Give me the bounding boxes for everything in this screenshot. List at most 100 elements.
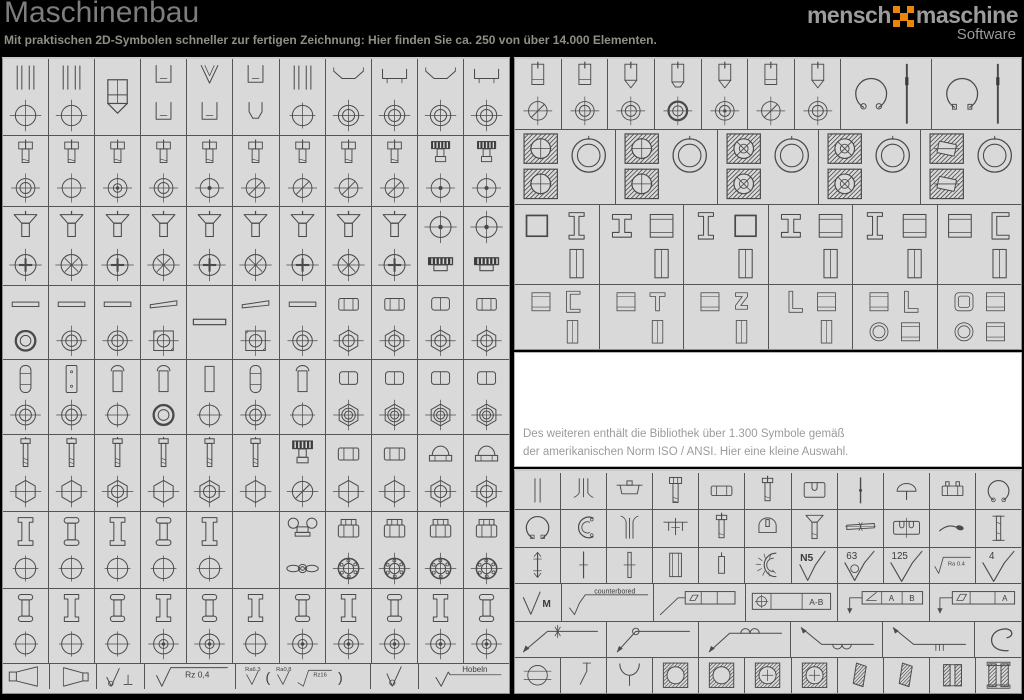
nutT-icon — [931, 474, 974, 508]
washerBar-icon — [96, 287, 139, 323]
circO-icon — [281, 397, 324, 433]
bcell-icon — [820, 131, 918, 203]
csk-icon — [142, 208, 185, 246]
ringX-icon — [373, 97, 416, 134]
symbol-combo — [600, 285, 685, 349]
symbol-spool — [3, 512, 49, 588]
symbol-washerBar — [49, 286, 95, 359]
csk-icon — [281, 208, 324, 246]
circCrossIn-icon — [188, 246, 231, 284]
symbol-spool — [95, 512, 141, 588]
longScrew-icon — [4, 436, 47, 473]
circDot-icon — [188, 171, 231, 205]
circSlash-icon — [281, 171, 324, 205]
symbol-setFlat — [515, 59, 562, 129]
logo-text-right: maschine — [916, 2, 1018, 29]
cheese-icon — [234, 137, 277, 171]
wingTop-icon — [281, 550, 324, 587]
symbol-setCone — [795, 59, 842, 129]
symbol-keySlotBox — [792, 473, 838, 509]
circO-icon — [281, 97, 324, 134]
bcell-icon — [516, 131, 614, 203]
longScrew-icon — [96, 436, 139, 473]
cheese-icon — [50, 137, 93, 171]
surfHobeln-icon: Hobeln — [420, 665, 508, 688]
mum-cross-icon — [893, 6, 914, 27]
symbol-taperPinH — [838, 510, 884, 546]
knurlT-icon — [465, 137, 508, 171]
circDotRing-icon — [373, 626, 416, 662]
symbol-drill — [95, 59, 141, 135]
castleNut-icon — [419, 513, 462, 550]
uArc-icon — [608, 659, 651, 692]
symbol-nutT — [930, 473, 976, 509]
nutSideSm-icon — [700, 474, 743, 508]
symbol-grid-left: Rz 0,4Ra6.3(Ra0,8Rz16)Hobeln — [2, 57, 510, 694]
ringX-icon — [96, 323, 139, 359]
symbol-vlines — [280, 59, 326, 135]
symbol-circDot — [464, 207, 509, 285]
symbol-castleNut — [326, 512, 372, 588]
symbol-castleNut — [372, 512, 418, 588]
symbol-horseshoe — [745, 548, 791, 584]
spool2-icon — [188, 590, 231, 626]
cskV-icon — [793, 511, 836, 545]
studDbl-icon — [516, 549, 559, 583]
nutDomeSide-icon — [419, 436, 462, 473]
symbol-spool2 — [464, 589, 509, 663]
grid-row — [3, 286, 509, 360]
symbol-longScrew — [233, 435, 279, 511]
svg-text:A-B: A-B — [810, 597, 824, 607]
grid-row — [515, 473, 1021, 510]
grid-row — [515, 285, 1021, 349]
symbol-cheese — [326, 136, 372, 206]
rivetRound-icon — [4, 361, 47, 397]
circX-icon — [50, 97, 93, 134]
keyCap-icon — [746, 511, 789, 545]
circDot-icon — [419, 171, 462, 205]
nutHexSide-icon — [373, 436, 416, 473]
symbol-rivetRound — [233, 360, 279, 434]
symbol-castleNut — [464, 512, 509, 588]
symbol-combo — [853, 205, 938, 284]
surfTriCirc-icon: 63 — [839, 549, 882, 583]
spool2-icon — [373, 590, 416, 626]
symbol-spool2 — [141, 512, 187, 588]
castleNut-icon — [327, 513, 370, 550]
symbol-csk — [95, 207, 141, 285]
bcell-icon — [719, 131, 817, 203]
circX-icon — [4, 97, 47, 134]
longScrew-icon — [50, 436, 93, 473]
framePos-icon: A-B — [747, 585, 836, 619]
brgBall-icon — [654, 659, 697, 692]
circSlash-icon — [749, 94, 793, 128]
taperPinH-icon — [839, 511, 882, 545]
symbol-grid-right-top — [514, 57, 1022, 350]
symbol-radical: Ra 0.4 — [930, 548, 976, 584]
frameLeader-icon — [655, 585, 744, 619]
ringBoldX-icon — [656, 94, 700, 128]
symbol-forkUp — [607, 510, 653, 546]
symbol-csk — [233, 207, 279, 285]
ansi-note-line1: Des weiteren enthält die Bibliothek über… — [523, 425, 1021, 443]
circStar-icon — [327, 246, 370, 284]
spool-icon — [419, 590, 462, 626]
hexBoltV-icon — [654, 474, 697, 508]
symbol-cheese — [95, 136, 141, 206]
svg-text:Ra6.3: Ra6.3 — [245, 667, 260, 673]
circX-icon — [50, 171, 93, 205]
symbol-retRingBig — [515, 510, 561, 546]
circO-icon — [96, 550, 139, 587]
symbol-wl5 — [883, 622, 975, 658]
symbol-retRingSm — [976, 473, 1021, 509]
symbol-pinCenterV2 — [607, 548, 653, 584]
pinCenterV-icon — [562, 549, 605, 583]
cheese-icon — [96, 137, 139, 171]
svg-text:Ra 0.4: Ra 0.4 — [948, 562, 966, 568]
doubleKeyBox-icon — [885, 511, 928, 545]
ucup-icon — [142, 60, 185, 97]
rivetRound-icon — [234, 361, 277, 397]
framePar-icon: A — [931, 585, 1020, 619]
setCone-icon — [796, 60, 840, 94]
knurlStrip-icon — [419, 246, 462, 284]
